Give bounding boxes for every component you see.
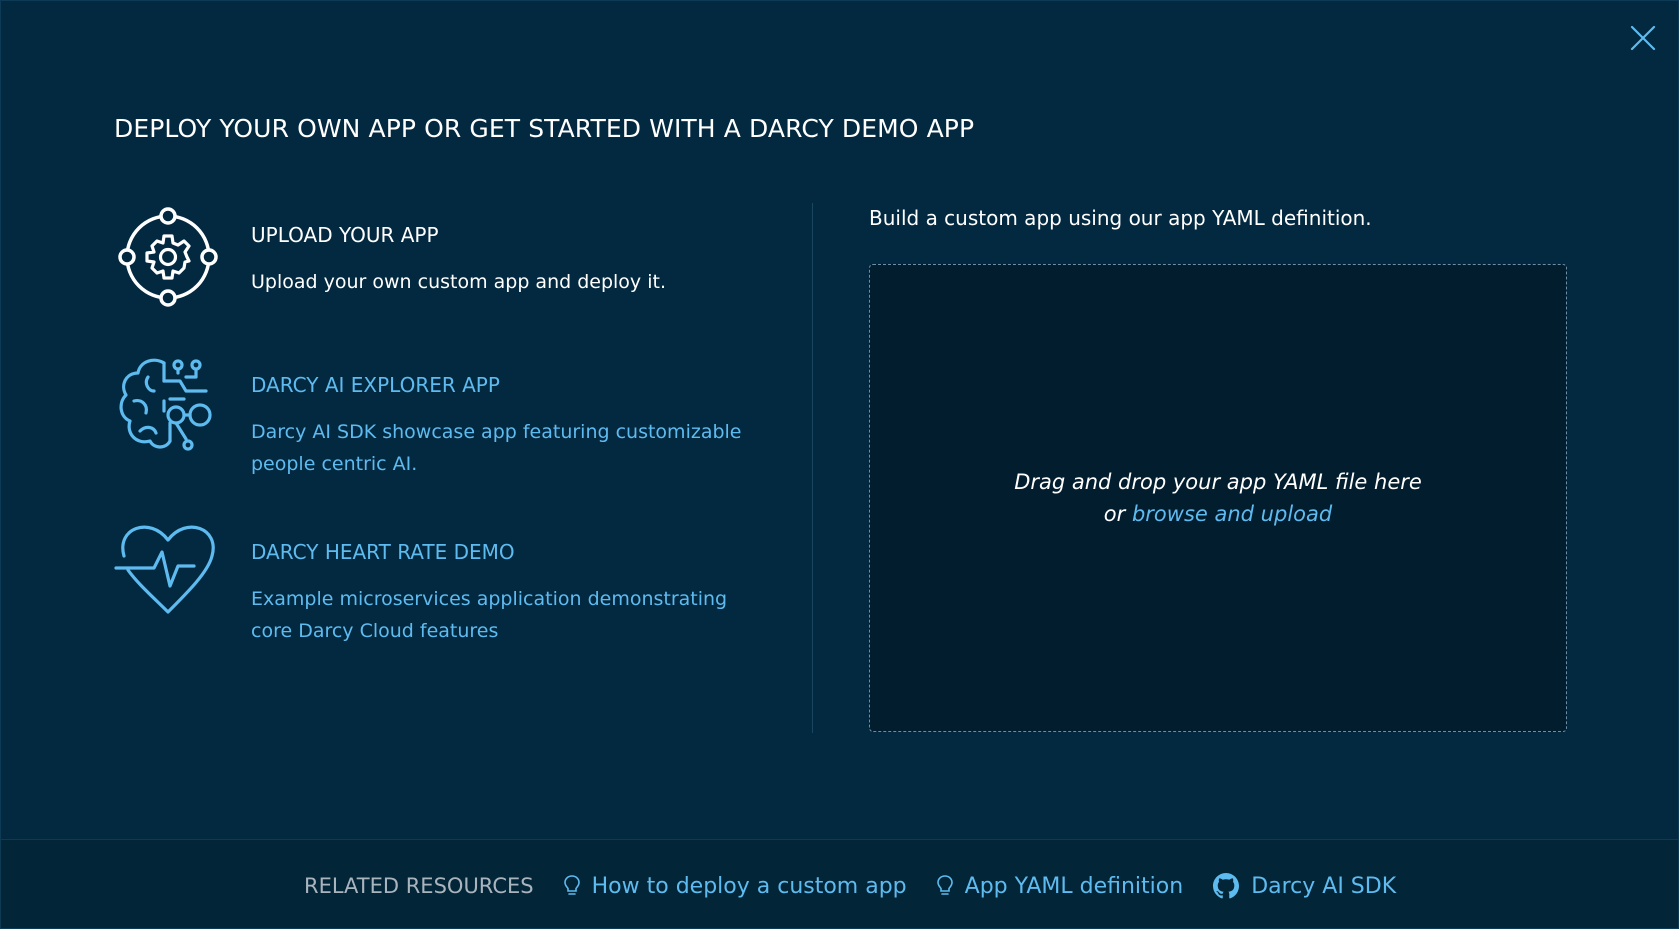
heart-rate-icon (114, 518, 224, 628)
brain-circuit-icon (114, 351, 224, 461)
lightbulb-icon (936, 875, 953, 897)
option-description: Darcy AI SDK showcase app featuring cust… (251, 421, 742, 475)
option-darcy-ai-explorer[interactable]: DARCY AI EXPLORER APP Darcy AI SDK showc… (114, 351, 764, 475)
panel-divider (812, 203, 813, 733)
dropzone-or: or (1103, 502, 1126, 526)
dropzone-text: Drag and drop your app YAML file here or… (1014, 466, 1422, 530)
deploy-app-modal: DEPLOY YOUR OWN APP OR GET STARTED WITH … (0, 0, 1679, 929)
close-button[interactable] (1629, 24, 1657, 52)
related-resources-bar: RELATED RESOURCES How to deploy a custom… (304, 870, 1426, 902)
close-icon (1630, 25, 1656, 51)
link-how-to-deploy-custom-app[interactable]: How to deploy a custom app (563, 873, 907, 899)
option-darcy-heart-rate-demo[interactable]: DARCY HEART RATE DEMO Example microservi… (114, 518, 764, 642)
github-icon (1213, 873, 1240, 899)
yaml-dropzone[interactable]: Drag and drop your app YAML file here or… (869, 264, 1567, 732)
related-resources-footer: RELATED RESOURCES How to deploy a custom… (1, 839, 1678, 928)
dropzone-line1: Drag and drop your app YAML file here (1014, 470, 1422, 494)
browse-and-upload-link[interactable]: browse and upload (1132, 502, 1332, 526)
link-label: App YAML definition (964, 873, 1184, 899)
gear-orbit-icon (114, 201, 224, 311)
option-upload-app[interactable]: UPLOAD YOUR APP Upload your own custom a… (114, 201, 764, 313)
link-label: Darcy AI SDK (1251, 873, 1397, 899)
option-title: DARCY HEART RATE DEMO (251, 540, 515, 564)
modal-title: DEPLOY YOUR OWN APP OR GET STARTED WITH … (114, 114, 975, 143)
option-title: UPLOAD YOUR APP (251, 223, 439, 247)
link-app-yaml-definition[interactable]: App YAML definition (936, 873, 1184, 899)
link-label: How to deploy a custom app (591, 873, 907, 899)
option-title: DARCY AI EXPLORER APP (251, 373, 500, 397)
upload-intro-text: Build a custom app using our app YAML de… (869, 206, 1372, 230)
link-darcy-ai-sdk[interactable]: Darcy AI SDK (1213, 873, 1396, 899)
related-resources-label: RELATED RESOURCES (304, 874, 534, 898)
lightbulb-icon (563, 875, 580, 897)
option-description: Upload your own custom app and deploy it… (251, 271, 666, 293)
option-description: Example microservices application demons… (251, 588, 728, 642)
